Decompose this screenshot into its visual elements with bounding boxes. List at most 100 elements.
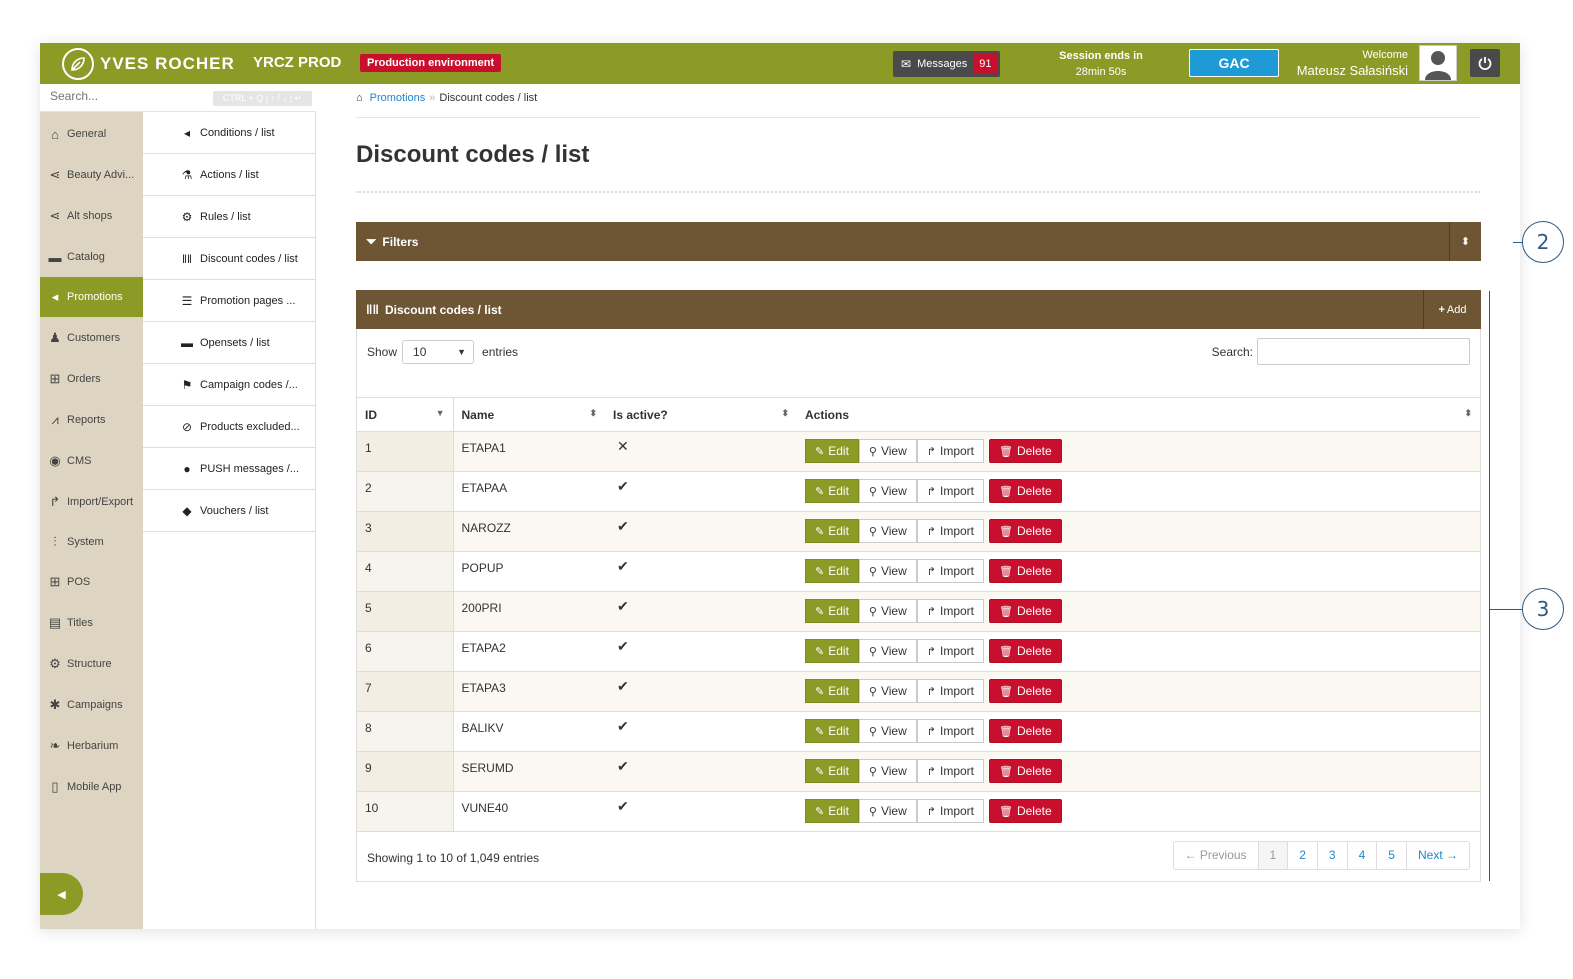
view-button[interactable]: ⚲ View	[858, 599, 917, 623]
sidebar-item-promotions[interactable]: ◂ Promotions	[40, 277, 143, 317]
home-icon[interactable]: ⌂	[356, 92, 363, 104]
edit-button[interactable]: ✎ Edit	[805, 679, 859, 703]
edit-button[interactable]: ✎ Edit	[805, 559, 859, 583]
page-length-select[interactable]: 10 ▼	[402, 340, 475, 364]
sidebar-item-general[interactable]: ⌂ General	[40, 114, 143, 154]
logout-button[interactable]	[1470, 49, 1500, 77]
column-header-actions[interactable]: Actions ⬍	[797, 397, 1480, 432]
sidebar-item-reports[interactable]: ⩘ Reports	[40, 400, 143, 440]
edit-button[interactable]: ✎ Edit	[805, 719, 859, 743]
sidebar-search-input[interactable]	[50, 89, 200, 103]
sidebar-item-customers[interactable]: ♟ Customers	[40, 318, 143, 358]
page-button-5[interactable]: 5	[1377, 842, 1407, 869]
delete-button[interactable]: 🗑 Delete	[989, 479, 1062, 503]
edit-button[interactable]: ✎ Edit	[805, 799, 859, 823]
table-search-input[interactable]	[1257, 338, 1470, 365]
import-button[interactable]: ↱ Import	[916, 759, 984, 783]
add-button[interactable]: + Add	[1423, 290, 1481, 329]
view-button[interactable]: ⚲ View	[858, 759, 917, 783]
import-button[interactable]: ↱ Import	[916, 719, 984, 743]
edit-button[interactable]: ✎ Edit	[805, 479, 859, 503]
page-button-4[interactable]: 4	[1348, 842, 1378, 869]
sidebar-item-mobile-app[interactable]: ▯ Mobile App	[40, 767, 143, 807]
import-button[interactable]: ↱ Import	[916, 479, 984, 503]
submenu-item-products-excluded[interactable]: ⊘ Products excluded...	[143, 406, 316, 448]
import-button[interactable]: ↱ Import	[916, 519, 984, 543]
delete-button[interactable]: 🗑 Delete	[989, 639, 1062, 663]
edit-button[interactable]: ✎ Edit	[805, 599, 859, 623]
gac-button[interactable]: GAC	[1189, 49, 1279, 77]
avatar[interactable]	[1419, 45, 1457, 81]
edit-button[interactable]: ✎ Edit	[805, 759, 859, 783]
sidebar-collapse-button[interactable]: ◀	[40, 873, 83, 915]
page-button-3[interactable]: 3	[1318, 842, 1348, 869]
sidebar-item-pos[interactable]: ⊞ POS	[40, 562, 143, 602]
column-header-id[interactable]: ID ▼	[357, 397, 454, 432]
next-page-button[interactable]: Next →	[1407, 842, 1469, 869]
cell-id: 10	[357, 791, 454, 832]
submenu-item-vouchers[interactable]: ◆ Vouchers / list	[143, 490, 316, 532]
submenu-item-actions[interactable]: ⚗ Actions / list	[143, 154, 316, 196]
column-header-is-active[interactable]: Is active? ⬍	[605, 397, 797, 432]
import-button[interactable]: ↱ Import	[916, 559, 984, 583]
share-arrow-icon: ↱	[926, 445, 936, 458]
sidebar-item-label: Herbarium	[67, 740, 119, 752]
view-button[interactable]: ⚲ View	[858, 559, 917, 583]
sidebar-item-orders[interactable]: ⊞ Orders	[40, 359, 143, 399]
sidebar-item-label: Promotions	[67, 291, 123, 303]
submenu-item-promotion-pages[interactable]: ☰ Promotion pages ...	[143, 280, 316, 322]
delete-button[interactable]: 🗑 Delete	[989, 559, 1062, 583]
breadcrumb-link-promotions[interactable]: Promotions	[370, 92, 426, 104]
import-button[interactable]: ↱ Import	[916, 639, 984, 663]
sidebar-item-alt-shops[interactable]: ⋖ Alt shops	[40, 196, 143, 236]
delete-button[interactable]: 🗑 Delete	[989, 759, 1062, 783]
column-header-name[interactable]: Name ⬍	[453, 397, 605, 432]
messages-button[interactable]: ✉ Messages 91	[893, 51, 1001, 77]
sidebar-item-titles[interactable]: ▤ Titles	[40, 603, 143, 643]
import-button[interactable]: ↱ Import	[916, 599, 984, 623]
submenu-item-discount-codes[interactable]: ‖‖ Discount codes / list	[143, 238, 316, 280]
view-button[interactable]: ⚲ View	[858, 719, 917, 743]
cell-id: 3	[357, 511, 454, 552]
delete-button[interactable]: 🗑 Delete	[989, 679, 1062, 703]
sidebar-item-catalog[interactable]: ▬ Catalog	[40, 237, 143, 277]
sidebar-item-system[interactable]: ⫶ System	[40, 522, 143, 562]
sidebar-item-herbarium[interactable]: ❧ Herbarium	[40, 726, 143, 766]
filters-toggle-button[interactable]: ⬍	[1449, 222, 1481, 261]
delete-button[interactable]: 🗑 Delete	[989, 439, 1062, 463]
submenu-item-opensets[interactable]: ▬ Opensets / list	[143, 322, 316, 364]
sidebar-item-campaigns[interactable]: ✱ Campaigns	[40, 685, 143, 725]
view-button[interactable]: ⚲ View	[858, 439, 917, 463]
edit-button[interactable]: ✎ Edit	[805, 519, 859, 543]
view-button[interactable]: ⚲ View	[858, 679, 917, 703]
page-button-1[interactable]: 1	[1258, 842, 1289, 869]
import-button[interactable]: ↱ Import	[916, 679, 984, 703]
view-button[interactable]: ⚲ View	[858, 479, 917, 503]
page-button-2[interactable]: 2	[1288, 842, 1318, 869]
import-button[interactable]: ↱ Import	[916, 439, 984, 463]
edit-button[interactable]: ✎ Edit	[805, 439, 859, 463]
delete-button[interactable]: 🗑 Delete	[989, 799, 1062, 823]
sidebar-item-cms[interactable]: ◉ CMS	[40, 441, 143, 481]
submenu-item-conditions[interactable]: ◂ Conditions / list	[143, 112, 316, 154]
import-button[interactable]: ↱ Import	[916, 799, 984, 823]
delete-button[interactable]: 🗑 Delete	[989, 719, 1062, 743]
delete-button[interactable]: 🗑 Delete	[989, 599, 1062, 623]
sidebar-item-beauty-advisors[interactable]: ⋖ Beauty Advi...	[40, 155, 143, 195]
user-name[interactable]: Mateusz Sałasiński	[1297, 63, 1408, 78]
view-button[interactable]: ⚲ View	[858, 639, 917, 663]
bullhorn-icon: ◂	[183, 125, 191, 140]
submenu-item-campaign-codes[interactable]: ⚑ Campaign codes /...	[143, 364, 316, 406]
sidebar-item-import-export[interactable]: ↱ Import/Export	[40, 482, 143, 522]
view-button[interactable]: ⚲ View	[858, 799, 917, 823]
submenu-item-rules[interactable]: ⚙ Rules / list	[143, 196, 316, 238]
sidebar-item-structure[interactable]: ⚙ Structure	[40, 644, 143, 684]
filters-panel-header[interactable]: ⏷ Filters ⬍	[356, 222, 1481, 261]
submenu-item-push-messages[interactable]: ● PUSH messages /...	[143, 448, 316, 490]
table-row: 7 ETAPA3 ✔ ✎ Edit ⚲ View ↱ Import 🗑 Delete	[357, 671, 1480, 712]
previous-page-button[interactable]: ← Previous	[1174, 842, 1259, 869]
delete-button[interactable]: 🗑 Delete	[989, 519, 1062, 543]
edit-button[interactable]: ✎ Edit	[805, 639, 859, 663]
share-icon: ⋖	[49, 208, 61, 223]
view-button[interactable]: ⚲ View	[858, 519, 917, 543]
